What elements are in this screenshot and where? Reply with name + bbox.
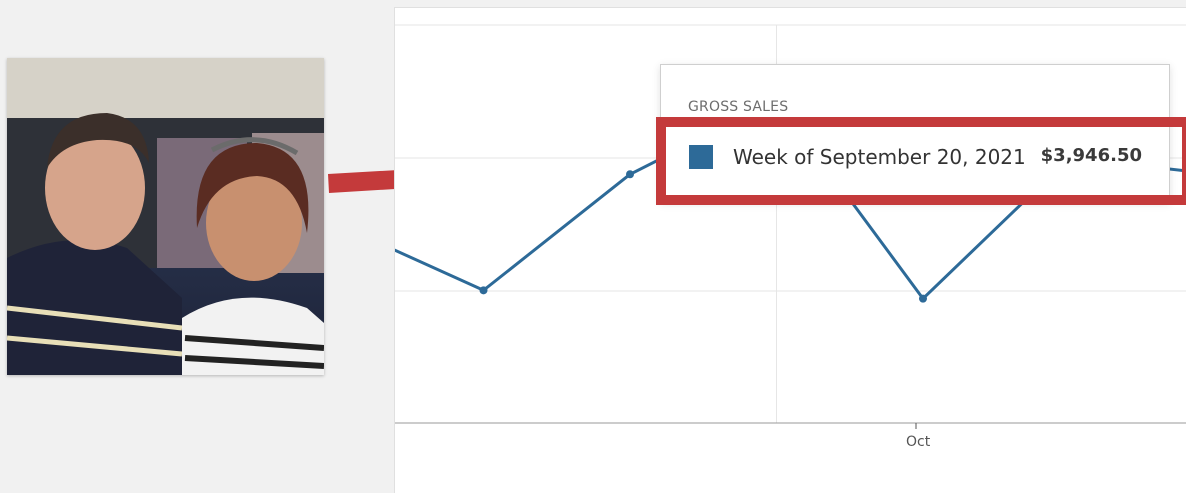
x-axis: [395, 422, 1186, 429]
chart-panel: Oct GROSS SALES Week of September 20, 20…: [394, 7, 1186, 493]
data-point: [919, 294, 927, 303]
x-tick-label-oct: Oct: [906, 434, 931, 450]
data-point: [626, 170, 634, 179]
annotation-highlight-box: [656, 117, 1186, 205]
data-point: [479, 286, 488, 295]
tooltip-title: GROSS SALES: [688, 99, 789, 115]
